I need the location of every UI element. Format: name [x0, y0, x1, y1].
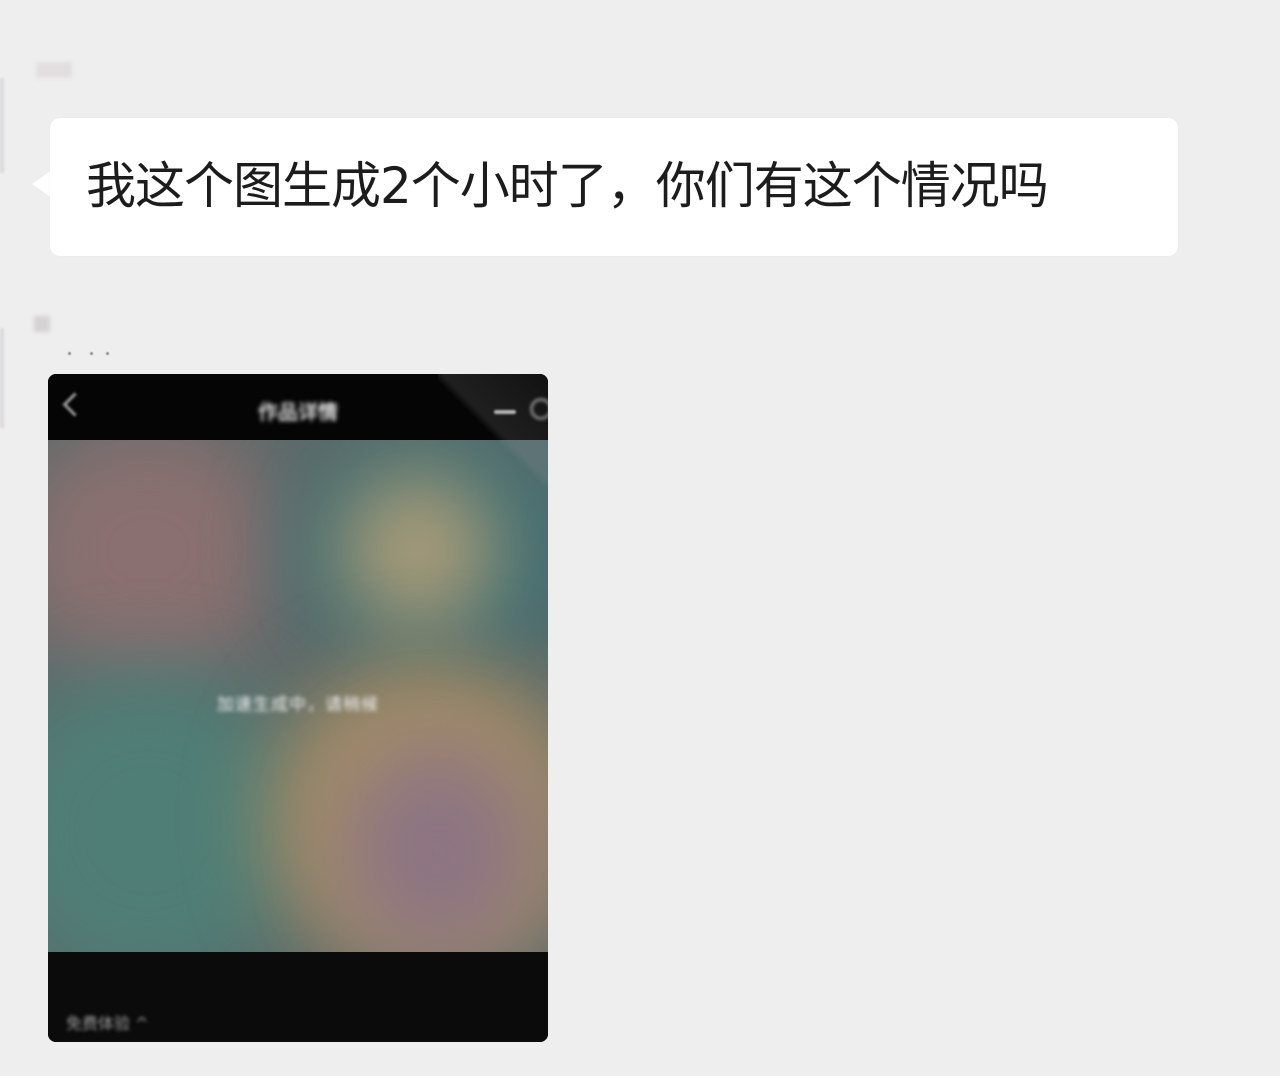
message-bubble[interactable]: 我这个图生成2个小时了，你们有这个情况吗: [50, 118, 1178, 256]
progress-text: 加速生成中，请稍候: [217, 695, 379, 715]
sender-name-blur-2: [34, 316, 50, 332]
sender-name-blur: [36, 62, 72, 78]
chevron-left-icon: [62, 392, 87, 417]
message-bubble-tail: [32, 170, 52, 198]
sender-name-dots: [68, 350, 112, 358]
image-blob: [48, 440, 288, 680]
app-footer: 免费体验 ^: [48, 952, 548, 1042]
image-blob: [338, 740, 538, 952]
image-corner-fold: [438, 374, 548, 499]
message-text: 我这个图生成2个小时了，你们有这个情况吗: [86, 157, 1049, 215]
footer-label: 免费体验 ^: [66, 1014, 149, 1033]
generating-image-preview: 加速生成中，请稍候: [48, 440, 548, 952]
avatar-edge-bottom: [0, 328, 4, 428]
message-image[interactable]: 作品详情 加速生成中，请稍候 免费体验 ^: [48, 374, 548, 1042]
avatar-edge-top: [0, 78, 4, 173]
app-title: 作品详情: [258, 400, 338, 424]
